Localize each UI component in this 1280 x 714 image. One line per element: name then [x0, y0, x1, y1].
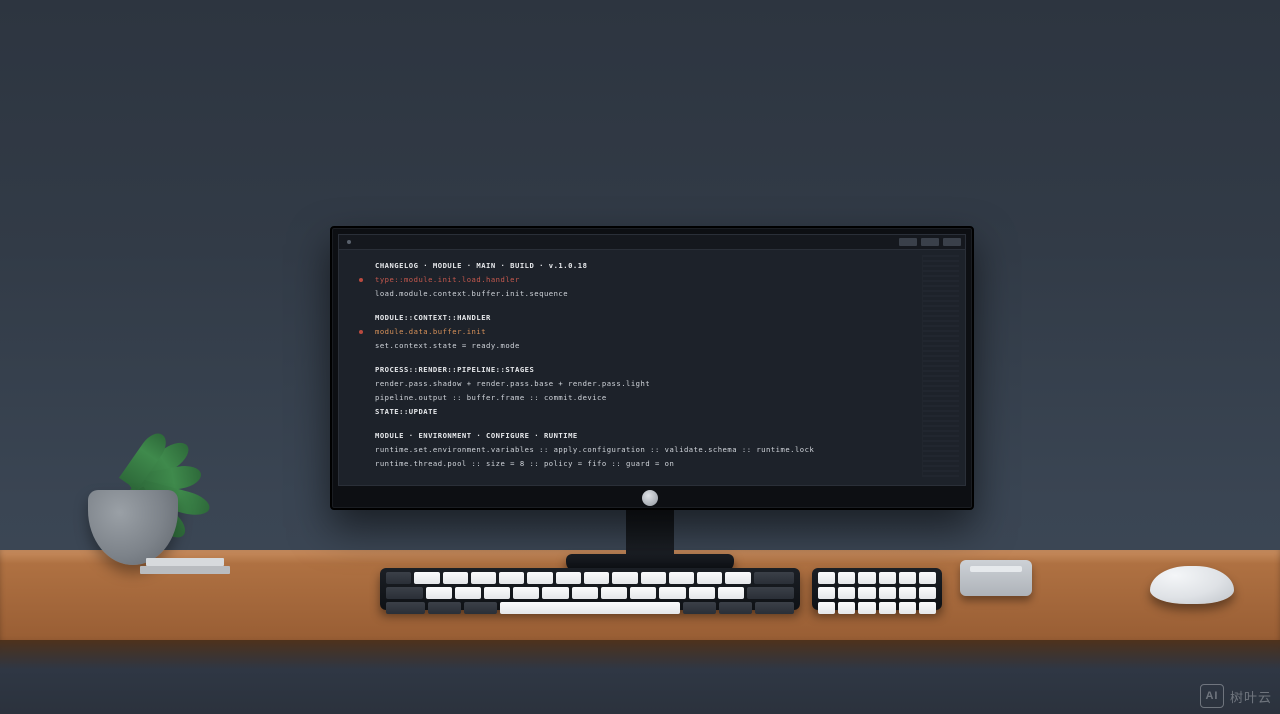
code-line: runtime.set.environment.variables :: app…	[375, 443, 917, 457]
window-max-button	[921, 238, 939, 246]
monitor-logo-icon	[642, 490, 658, 506]
code-line: CHANGELOG · MODULE · MAIN · BUILD · v.1.…	[375, 259, 917, 273]
code-line: PROCESS::RENDER::PIPELINE::STAGES	[375, 363, 917, 377]
window-titlebar	[339, 235, 965, 250]
mouse	[1150, 566, 1234, 604]
code-line: load.module.context.buffer.init.sequence	[375, 287, 917, 301]
numpad	[812, 568, 942, 610]
monitor: CHANGELOG · MODULE · MAIN · BUILD · v.1.…	[330, 226, 974, 510]
keyboard	[380, 568, 800, 610]
code-line: MODULE::CONTEXT::HANDLER	[375, 311, 917, 325]
code-line: runtime.thread.pool :: size = 8 :: polic…	[375, 457, 917, 471]
desk-edge	[0, 640, 1280, 714]
editor-minimap	[922, 255, 959, 477]
code-line: set.context.state = ready.mode	[375, 339, 917, 353]
code-line: render.pass.shadow + render.pass.base + …	[375, 377, 917, 391]
code-line: MODULE · ENVIRONMENT · CONFIGURE · RUNTI…	[375, 429, 917, 443]
monitor-stand-neck	[626, 506, 674, 560]
card-reader	[960, 560, 1032, 596]
code-line: LOAD::ASSETS · MODEL · TEXTURE	[375, 481, 917, 486]
watermark-text: 树叶云	[1230, 687, 1272, 706]
window-min-button	[899, 238, 917, 246]
code-line: STATE::UPDATE	[375, 405, 917, 419]
watermark: AI 树叶云	[1200, 684, 1272, 708]
window-close-button	[943, 238, 961, 246]
titlebar-dot-icon	[347, 240, 351, 244]
code-line: module.data.buffer.init	[375, 325, 917, 339]
scene-illustration: CHANGELOG · MODULE · MAIN · BUILD · v.1.…	[0, 0, 1280, 714]
code-line: type::module.init.load.handler	[375, 273, 917, 287]
screen: CHANGELOG · MODULE · MAIN · BUILD · v.1.…	[338, 234, 966, 486]
stacked-books	[140, 556, 230, 574]
code-line: pipeline.output :: buffer.frame :: commi…	[375, 391, 917, 405]
watermark-badge: AI	[1200, 684, 1224, 708]
code-editor-body: CHANGELOG · MODULE · MAIN · BUILD · v.1.…	[375, 259, 917, 477]
